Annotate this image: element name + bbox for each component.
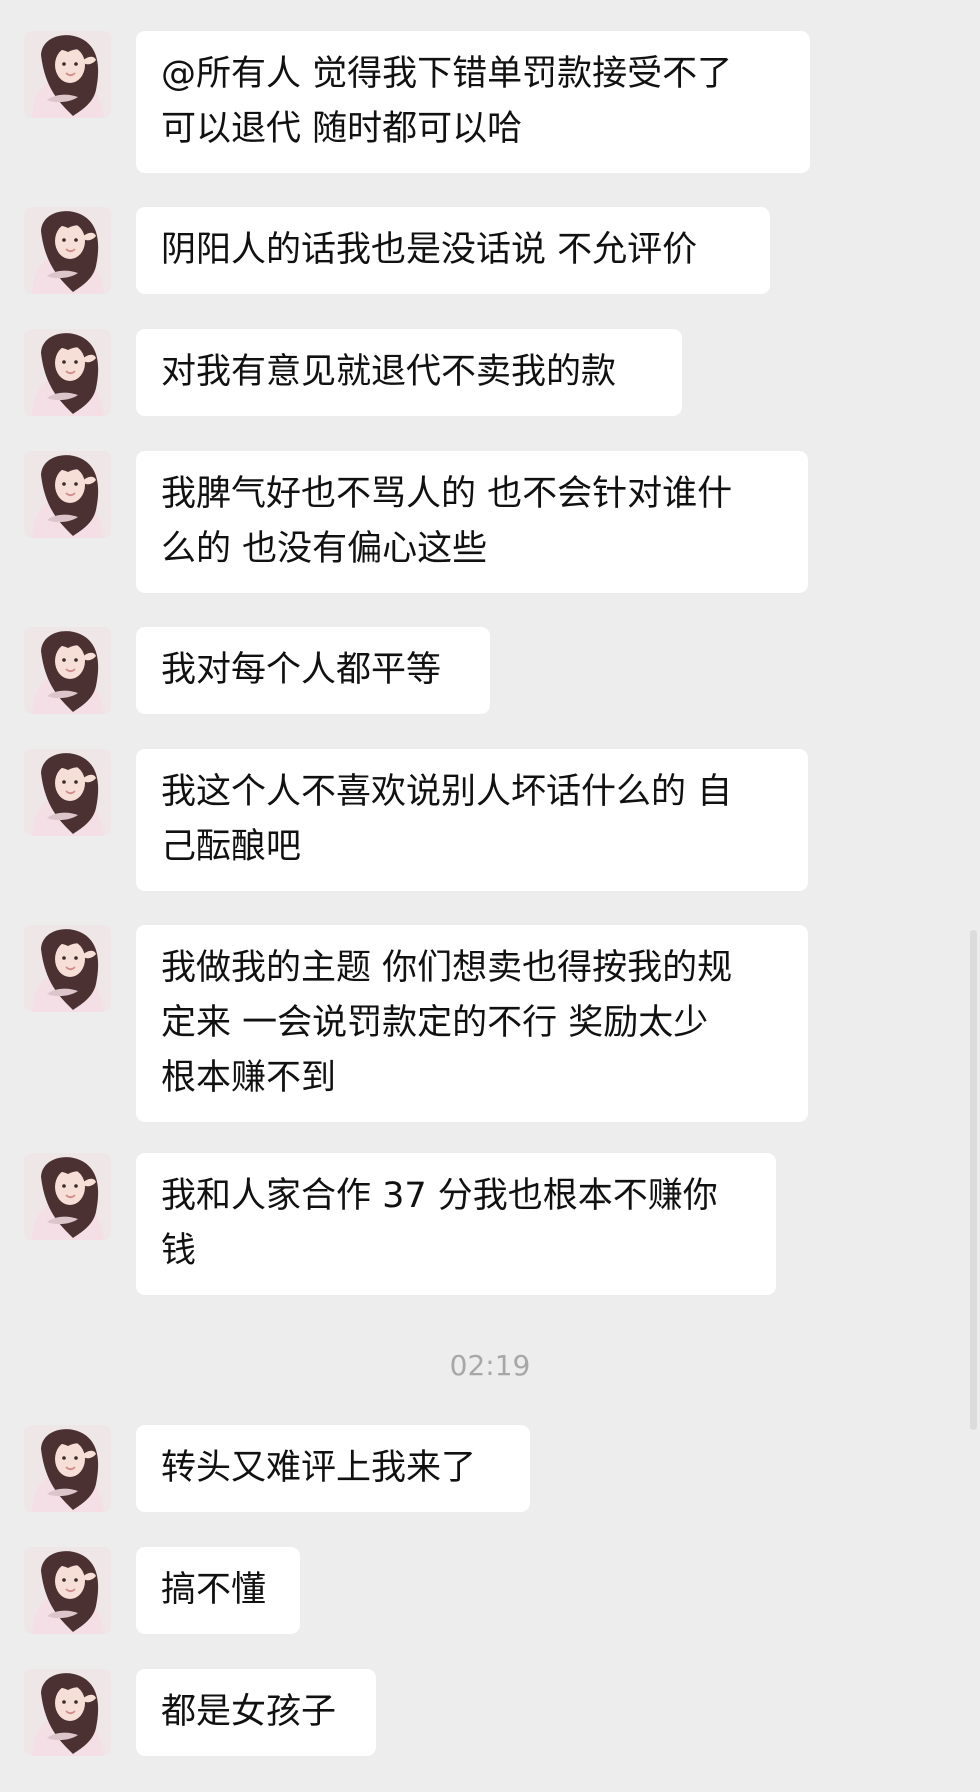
message-line: 转头又难评上我来了: [161, 1448, 477, 1488]
message-bubble[interactable]: 对我有意见就退代不卖我的款: [136, 329, 682, 416]
message-row: 对我有意见就退代不卖我的款: [24, 329, 980, 416]
message-row: 阴阳人的话我也是没话说 不允评价: [24, 207, 980, 294]
message-row: 都是女孩子: [24, 1669, 980, 1756]
profile-photo-avatar: [24, 1153, 111, 1240]
message-line: 定来 一会说罚款定的不行 奖励太少: [161, 1003, 709, 1043]
message-row: 我和人家合作 37 分我也根本不赚你钱: [24, 1153, 980, 1295]
profile-photo-avatar: [24, 627, 111, 714]
message-bubble[interactable]: 我和人家合作 37 分我也根本不赚你钱: [136, 1153, 776, 1295]
avatar[interactable]: [24, 749, 111, 836]
chat-message-list[interactable]: 02:19 @所有人 觉得我下错单罚款接受不了 可以退代 随时都可以哈阴阳人的话我…: [0, 0, 980, 1792]
message-row: 转头又难评上我来了: [24, 1425, 980, 1512]
message-line: 都是女孩子: [161, 1692, 337, 1732]
message-row: @所有人 觉得我下错单罚款接受不了 可以退代 随时都可以哈: [24, 31, 980, 173]
profile-photo-avatar: [24, 1425, 111, 1512]
avatar[interactable]: [24, 207, 111, 294]
profile-photo-avatar: [24, 1669, 111, 1756]
avatar[interactable]: [24, 329, 111, 416]
message-bubble[interactable]: 我这个人不喜欢说别人坏话什么的 自己酝酿吧: [136, 749, 808, 891]
message-line: 么的 也没有偏心这些: [161, 529, 488, 569]
message-line: 我这个人不喜欢说别人坏话什么的 自: [161, 772, 733, 812]
profile-photo-avatar: [24, 749, 111, 836]
message-bubble[interactable]: 阴阳人的话我也是没话说 不允评价: [136, 207, 770, 294]
avatar[interactable]: [24, 1153, 111, 1240]
message-line: 己酝酿吧: [161, 827, 302, 867]
avatar[interactable]: [24, 925, 111, 1012]
message-line: 对我有意见就退代不卖我的款: [161, 352, 617, 392]
message-bubble[interactable]: @所有人 觉得我下错单罚款接受不了 可以退代 随时都可以哈: [136, 31, 810, 173]
profile-photo-avatar: [24, 925, 111, 1012]
message-line: @所有人 觉得我下错单罚款接受不了: [161, 54, 733, 94]
avatar[interactable]: [24, 1425, 111, 1512]
profile-photo-avatar: [24, 31, 111, 118]
message-line: 我脾气好也不骂人的 也不会针对谁什: [161, 474, 733, 514]
avatar[interactable]: [24, 1547, 111, 1634]
message-bubble[interactable]: 我做我的主题 你们想卖也得按我的规 定来 一会说罚款定的不行 奖励太少 根本赚不到: [136, 925, 808, 1122]
avatar[interactable]: [24, 451, 111, 538]
message-line: 搞不懂: [161, 1570, 267, 1610]
avatar[interactable]: [24, 1669, 111, 1756]
chat-timestamp: 02:19: [449, 1349, 531, 1382]
profile-photo-avatar: [24, 207, 111, 294]
message-line: 我对每个人都平等: [161, 650, 442, 690]
message-line: 我做我的主题 你们想卖也得按我的规: [161, 948, 733, 988]
profile-photo-avatar: [24, 451, 111, 538]
message-line: 可以退代 随时都可以哈: [161, 109, 523, 149]
message-row: 我这个人不喜欢说别人坏话什么的 自己酝酿吧: [24, 749, 980, 891]
profile-photo-avatar: [24, 329, 111, 416]
message-row: 我脾气好也不骂人的 也不会针对谁什 么的 也没有偏心这些: [24, 451, 980, 593]
message-row: 我对每个人都平等: [24, 627, 980, 714]
message-line: 我和人家合作 37 分我也根本不赚你: [161, 1176, 718, 1216]
message-line: 根本赚不到: [161, 1058, 337, 1098]
avatar[interactable]: [24, 31, 111, 118]
message-row: 搞不懂: [24, 1547, 980, 1634]
message-bubble[interactable]: 我对每个人都平等: [136, 627, 490, 714]
message-line: 钱: [161, 1231, 197, 1271]
message-bubble[interactable]: 搞不懂: [136, 1547, 300, 1634]
message-row: 我做我的主题 你们想卖也得按我的规 定来 一会说罚款定的不行 奖励太少 根本赚不到: [24, 925, 980, 1122]
avatar[interactable]: [24, 627, 111, 714]
profile-photo-avatar: [24, 1547, 111, 1634]
message-bubble[interactable]: 我脾气好也不骂人的 也不会针对谁什 么的 也没有偏心这些: [136, 451, 808, 593]
message-line: 阴阳人的话我也是没话说 不允评价: [161, 230, 698, 270]
message-bubble[interactable]: 都是女孩子: [136, 1669, 376, 1756]
message-bubble[interactable]: 转头又难评上我来了: [136, 1425, 530, 1512]
